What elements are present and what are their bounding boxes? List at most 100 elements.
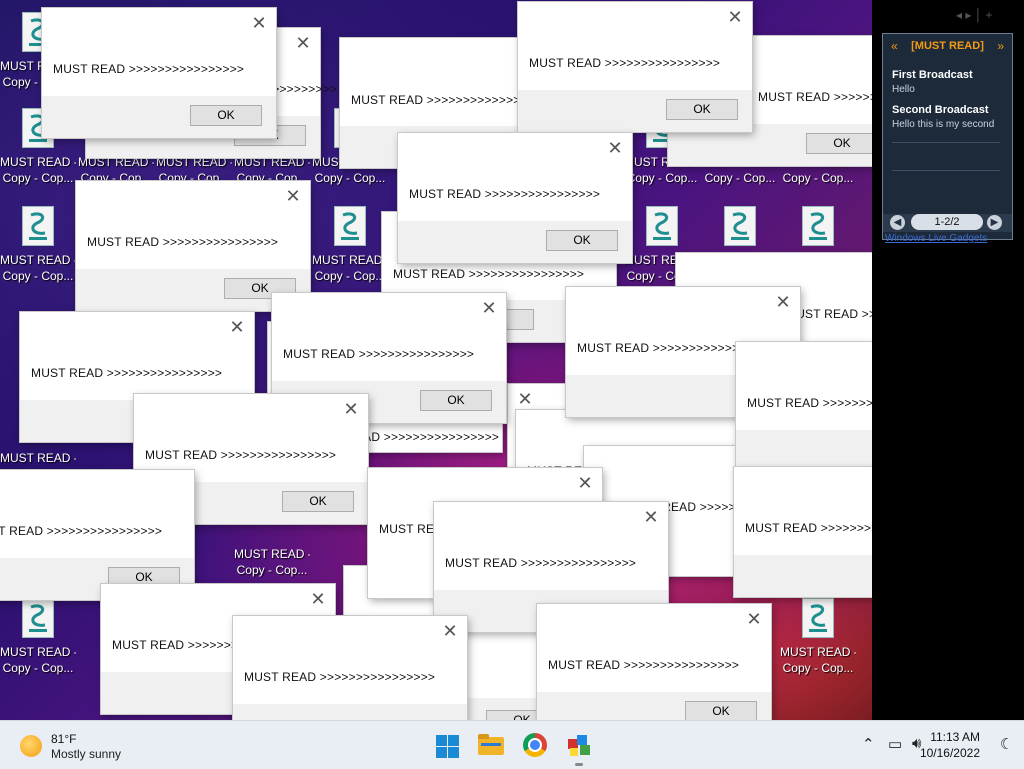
dialog-message: MUST READ >>>>>>>>>>>>>>>> — [445, 556, 637, 570]
gadget-item-title[interactable]: Second Broadcast — [892, 104, 989, 116]
pager-next-icon[interactable]: ▶ — [987, 215, 1002, 230]
gadget-pager: ◀ 1-2/2 ▶ — [883, 214, 1012, 232]
close-icon[interactable]: ✕ — [250, 14, 268, 32]
close-icon[interactable]: ✕ — [228, 318, 246, 336]
message-dialog[interactable]: MUST READ >>>>>>>>>>>>>>>> — [734, 467, 872, 597]
close-icon[interactable]: ✕ — [309, 590, 327, 608]
dialog-message: MUST READ >>>>>>>>>>>>>>>> — [283, 347, 475, 361]
dialog-message: MUST READ >>>>>>>>>>>>>>>> — [745, 521, 872, 535]
dialog-message: MUST READ >>>>>>>>>>>>>>>> — [548, 658, 740, 672]
dialog-message: MUST READ >>>>>>>>>>>>>>>> — [53, 62, 245, 76]
desktop-icon-label: MUST READ -Copy - Cop... — [312, 253, 388, 283]
dialog-message: MUST READ >>>>>>>>>>>>>>>> — [145, 448, 337, 462]
ok-button[interactable]: OK — [685, 701, 757, 720]
message-dialog[interactable]: ✕ MUST READ >>>>>>>>>>>>>>>> OK — [42, 8, 276, 138]
taskbar: 81°F Mostly sunny ⌃ ▭ 🔊︎ 11:13 AM 10/16/… — [0, 720, 1024, 769]
desktop-icon-label: MUST READ -Copy - Cop... — [0, 253, 76, 283]
dialog-message: MUST READ >>>>>>>>>>>>>>>> — [758, 90, 872, 104]
desktop: MUST READ - Copy - Cop... MUST READ - Copy… — [0, 0, 872, 720]
pager-count: 1-2/2 — [911, 214, 983, 230]
dialog-footer: OK — [398, 221, 632, 263]
sun-icon — [20, 735, 42, 757]
script-file-icon — [802, 598, 834, 638]
ok-button[interactable]: OK — [190, 105, 262, 126]
close-icon[interactable]: ✕ — [576, 474, 594, 492]
clock-time[interactable]: 11:13 AM — [930, 730, 980, 744]
divider — [892, 170, 1000, 171]
boxes-app-icon[interactable] — [564, 729, 596, 766]
ok-button[interactable]: OK — [546, 230, 618, 251]
clock-date[interactable]: 10/16/2022 — [920, 746, 980, 760]
ok-button[interactable]: OK — [420, 390, 492, 411]
desktop-icon-label: MUST READ - — [0, 451, 76, 465]
network-icon[interactable]: ▭ — [888, 735, 902, 753]
dialog-footer: OK — [42, 96, 276, 138]
sidebar-controls[interactable]: ◂ ▸ │ + — [956, 8, 993, 22]
message-dialog[interactable]: ✕ MUST READ >>>>>>>>>>>>>>>> OK — [76, 181, 310, 311]
dialog-message: MUST READ >>>>>>>>>>>>>>>> — [351, 93, 543, 107]
close-icon[interactable]: ✕ — [480, 299, 498, 317]
dialog-message: MUST READ >>>>>>>>>>>>>>>> — [747, 396, 872, 410]
gadget-header: [MUST READ] — [911, 40, 984, 52]
script-file-icon — [724, 206, 756, 246]
desktop-icon[interactable]: MUST READ -Copy - Cop... — [0, 200, 76, 292]
desktop-icon[interactable]: MUST READ -Copy - Cop... — [312, 200, 388, 292]
dialog-footer — [233, 704, 467, 720]
desktop-icon-label: MUST READ -Copy - Cop... — [780, 645, 856, 675]
close-icon[interactable]: ✕ — [606, 139, 624, 157]
script-file-icon — [802, 206, 834, 246]
desktop-icon-label: MUST READ -Copy - Cop... — [234, 547, 310, 577]
message-dialog[interactable]: ✕ MUST READ >>>>>>>>>>>>>>>> OK — [518, 2, 752, 132]
message-dialog[interactable]: MUST READ >>>>>>>>>>>>>>>> OK — [0, 470, 194, 600]
dialog-footer — [736, 430, 872, 472]
message-dialog[interactable]: MUST READ >>>>>>>>>>>>>>>> — [736, 342, 872, 472]
script-file-icon — [334, 206, 366, 246]
chrome-icon[interactable] — [520, 729, 552, 761]
broadcast-gadget[interactable]: « [MUST READ] » First Broadcast Hello Se… — [882, 33, 1013, 240]
moon-icon[interactable]: ☾ — [1000, 735, 1013, 753]
message-dialog[interactable]: ✕ MUST READ >>>>>>>>>>>>>>>> — [233, 616, 467, 720]
dialog-footer — [734, 555, 872, 597]
close-icon[interactable]: ✕ — [516, 390, 534, 408]
dialog-footer: OK — [537, 692, 771, 720]
pager-prev-icon[interactable]: ◀ — [890, 215, 905, 230]
dialog-message: MUST READ >>>>>>>>>>>>>>>> — [31, 366, 223, 380]
ok-button[interactable]: OK — [282, 491, 354, 512]
script-file-icon — [22, 206, 54, 246]
close-icon[interactable]: ✕ — [745, 610, 763, 628]
weather-condition: Mostly sunny — [51, 747, 122, 761]
gadget-item-body: Hello this is my second — [892, 119, 995, 130]
desktop-icon[interactable]: MUST READ -Copy - Cop... — [780, 592, 856, 684]
ok-button[interactable]: OK — [666, 99, 738, 120]
close-icon[interactable]: ✕ — [284, 187, 302, 205]
gadget-item-body: Hello — [892, 84, 915, 95]
close-icon[interactable]: ✕ — [774, 293, 792, 311]
dialog-message: MUST READ >>>>>>>>>>>>>>>> — [409, 187, 601, 201]
windows-start-icon[interactable] — [434, 729, 466, 761]
message-dialog[interactable]: ✕ MUST READ >>>>>>>>>>>>>>>> OK — [398, 133, 632, 263]
desktop-icon[interactable]: MUST READ -Copy - Cop... — [0, 592, 76, 684]
gadget-item-title[interactable]: First Broadcast — [892, 69, 973, 81]
script-file-icon — [22, 598, 54, 638]
divider — [892, 142, 1000, 143]
system-tray: ⌃ ▭ 🔊︎ 11:13 AM 10/16/2022 ☾ — [824, 721, 1024, 769]
dialog-message: MUST READ >>>>>>>>>>>>>>>> — [244, 670, 436, 684]
gadget-next-icon[interactable]: » — [997, 39, 1004, 53]
dialog-message: MUST READ >>>>>>>>>>>>>>>> — [529, 56, 721, 70]
ok-button[interactable]: OK — [806, 133, 872, 154]
close-icon[interactable]: ✕ — [342, 400, 360, 418]
dialog-message: MUST READ >>>>>>>>>>>>>>>> — [393, 267, 585, 281]
weather-temperature: 81°F — [51, 732, 77, 746]
close-icon[interactable]: ✕ — [642, 508, 660, 526]
desktop-icon-label: MUST READ -Copy - Cop... — [0, 645, 76, 675]
chevron-up-icon[interactable]: ⌃ — [862, 735, 875, 753]
close-icon[interactable]: ✕ — [726, 8, 744, 26]
message-dialog[interactable]: ✕ MUST READ >>>>>>>>>>>>>>>> OK — [537, 604, 771, 720]
weather-widget[interactable]: 81°F Mostly sunny — [20, 729, 140, 763]
close-icon[interactable]: ✕ — [441, 622, 459, 640]
gadget-footer-link[interactable]: Windows Live Gadgets — [885, 233, 987, 244]
close-icon[interactable]: ✕ — [294, 34, 312, 52]
file-explorer-icon[interactable] — [476, 729, 508, 761]
script-file-icon — [646, 206, 678, 246]
dialog-message: MUST READ >>>>>>>>>>>>>>>> — [87, 235, 279, 249]
